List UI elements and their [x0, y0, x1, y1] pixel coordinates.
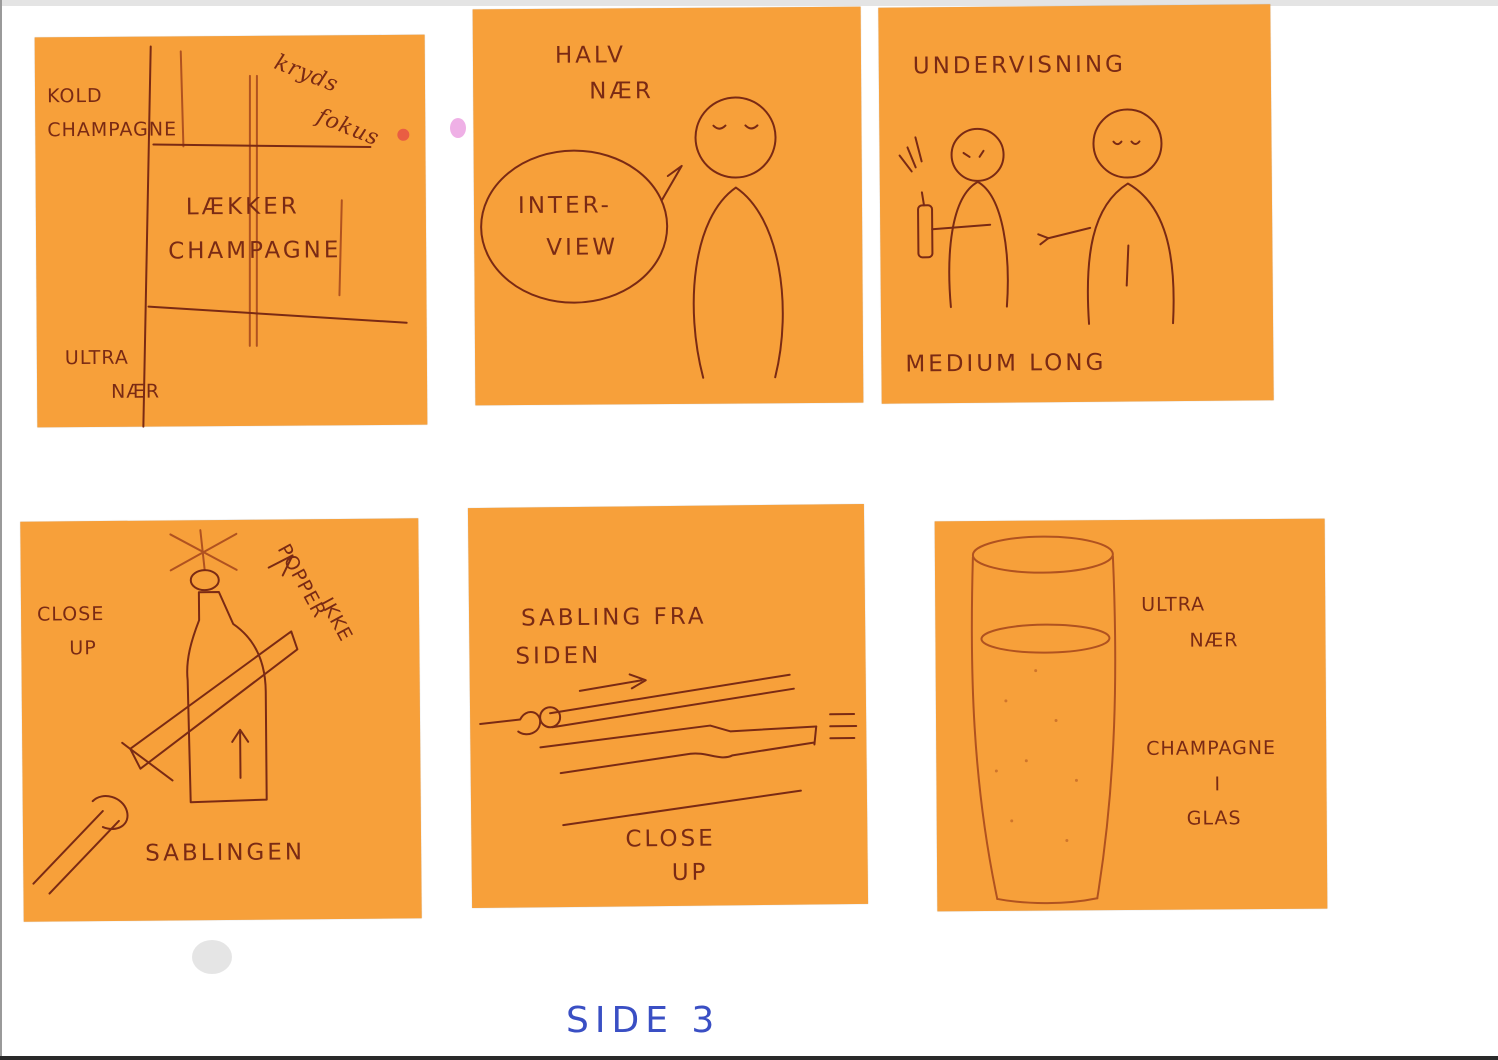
note-2-bubble-line2: VIEW — [546, 234, 619, 261]
note-5-title-line1: SABLING FRA — [520, 603, 707, 632]
viewer-bottom-edge — [0, 1056, 1498, 1060]
storyboard-note-6: ULTRA NÆR CHAMPAGNE I GLAS — [934, 518, 1328, 912]
note-1-shot-line1: ULTRA — [64, 346, 129, 370]
storyboard-note-3: UNDERVISNING MEDIUM LONG — [878, 4, 1274, 404]
note-3-title: UNDERVISNING — [912, 51, 1127, 80]
note-6-shot-line2: NÆR — [1189, 629, 1239, 652]
note-6-caption-line1: CHAMPAGNE — [1146, 736, 1277, 760]
note-1-kold-text: KOLD — [46, 84, 103, 108]
note-2-shot-line2: NÆR — [589, 78, 654, 105]
note-2-shot-line1: HALV — [554, 42, 627, 69]
note-6-shot-line1: ULTRA — [1141, 593, 1206, 616]
storyboard-note-2: HALV NÆR INTER- VIEW — [472, 6, 864, 406]
note-4-shot-line2: UP — [69, 637, 97, 660]
note-1-laekker-text: LÆKKER — [185, 193, 300, 221]
note-4-shot-line1: CLOSE — [36, 603, 105, 626]
note-5-shot-line2: UP — [671, 859, 709, 886]
pink-smudge — [450, 118, 466, 138]
viewer-left-edge — [0, 0, 2, 1060]
gray-smudge — [192, 940, 232, 974]
page-number-label: SIDE 3 — [566, 1000, 721, 1041]
note-3-shot: MEDIUM LONG — [905, 349, 1107, 378]
note-5-title-line2: SIDEN — [515, 642, 602, 670]
viewer-top-bar — [0, 0, 1498, 6]
note-5-shot-line1: CLOSE — [625, 825, 716, 853]
note-1-champagne-text: CHAMPAGNE — [47, 118, 178, 142]
note-2-bubble-line1: INTER- — [517, 192, 613, 220]
note-6-caption-line2: I — [1214, 773, 1222, 796]
storyboard-note-5: SABLING FRA SIDEN CLOSE UP — [467, 503, 869, 909]
note-4-caption: SABLINGEN — [145, 839, 306, 867]
storyboard-note-1: KOLD CHAMPAGNE kryds fokus LÆKKER CHAMPA… — [34, 34, 428, 428]
note-1-shot-line2: NÆR — [111, 380, 161, 403]
storyboard-note-4: CLOSE UP POPPER IKKE SABLINGEN — [20, 518, 422, 922]
note-6-sketch — [970, 535, 1117, 905]
note-1-champagne-main-text: CHAMPAGNE — [168, 237, 342, 265]
note-6-caption-line3: GLAS — [1186, 807, 1242, 830]
